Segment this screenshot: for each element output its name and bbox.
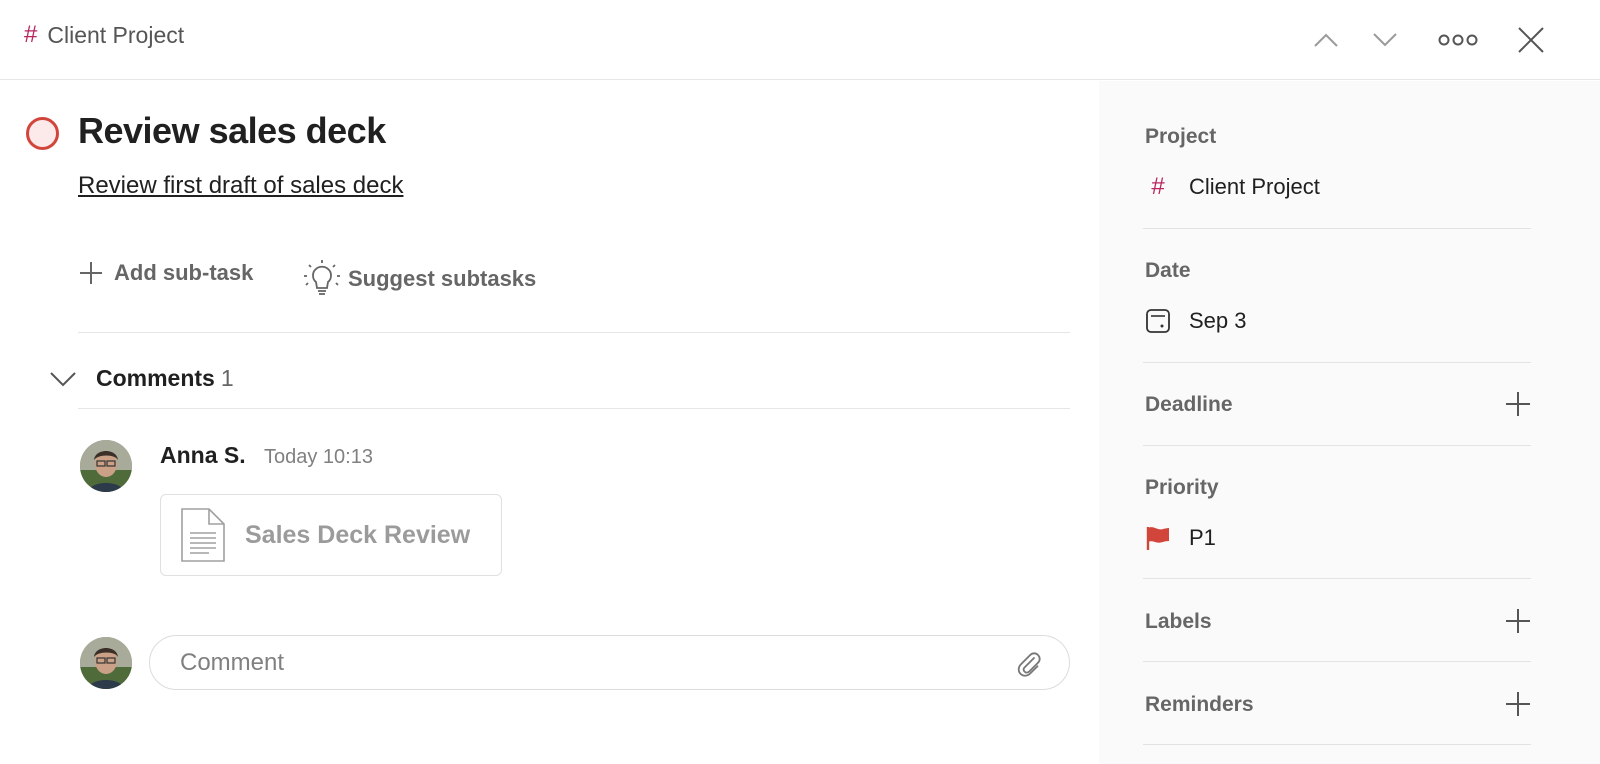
plus-icon[interactable] <box>1504 390 1532 418</box>
comment-composer <box>149 635 1070 690</box>
attachment-name: Sales Deck Review <box>245 521 471 549</box>
priority-selector[interactable]: P1 <box>1145 525 1216 551</box>
paperclip-icon[interactable] <box>1015 650 1043 678</box>
complete-task-checkbox[interactable] <box>26 117 59 150</box>
deadline-label: Deadline <box>1145 393 1233 416</box>
next-task-button[interactable] <box>1363 18 1407 62</box>
chevron-down-icon <box>1373 33 1397 47</box>
reminders-label: Reminders <box>1145 693 1254 716</box>
divider <box>1143 661 1531 662</box>
comments-count: 1 <box>220 365 234 391</box>
flag-icon <box>1146 527 1169 550</box>
comments-heading: Comments 1 <box>96 365 234 392</box>
chevron-up-icon <box>1314 33 1338 47</box>
suggest-subtasks-button[interactable]: Suggest subtasks <box>302 260 536 298</box>
user-photo-icon <box>80 440 132 492</box>
plus-icon[interactable] <box>1504 607 1532 635</box>
divider <box>78 408 1070 409</box>
divider <box>78 332 1070 333</box>
task-description[interactable]: Review first draft of sales deck <box>78 172 403 200</box>
project-value: Client Project <box>1189 174 1320 199</box>
priority-value: P1 <box>1189 525 1216 550</box>
calendar-icon <box>1146 309 1170 333</box>
plus-icon[interactable] <box>1504 690 1532 718</box>
add-subtask-button[interactable]: Add sub-task <box>78 260 253 286</box>
close-icon <box>1518 27 1544 53</box>
divider <box>1143 744 1531 745</box>
comment-input[interactable] <box>180 646 980 680</box>
more-actions-button[interactable] <box>1436 18 1480 62</box>
task-sidebar: Project # Client Project Date Sep 3 Dead… <box>1099 81 1600 764</box>
divider <box>1143 362 1531 363</box>
chevron-down-icon <box>50 372 76 387</box>
comments-title: Comments <box>96 365 215 391</box>
date-selector[interactable]: Sep 3 <box>1145 308 1247 334</box>
add-subtask-label: Add sub-task <box>114 260 254 285</box>
lightbulb-icon <box>304 260 340 295</box>
comment-timestamp: Today 10:13 <box>264 446 373 468</box>
divider <box>1143 228 1531 229</box>
task-title[interactable]: Review sales deck <box>78 110 386 152</box>
task-header: # Client Project <box>0 0 1600 80</box>
user-photo-icon <box>80 637 132 689</box>
comment-attachment[interactable]: Sales Deck Review <box>160 494 502 576</box>
date-label: Date <box>1145 259 1191 282</box>
hash-icon: # <box>24 21 38 48</box>
comments-collapse-toggle[interactable] <box>48 366 78 392</box>
comment-author: Anna S. <box>160 442 246 468</box>
project-label: Project <box>1145 125 1217 148</box>
close-button[interactable] <box>1509 18 1553 62</box>
project-selector[interactable]: # Client Project <box>1145 174 1320 200</box>
avatar <box>80 440 132 492</box>
previous-task-button[interactable] <box>1304 18 1348 62</box>
divider <box>1143 445 1531 446</box>
divider <box>1143 578 1531 579</box>
avatar <box>80 637 132 689</box>
breadcrumb[interactable]: # Client Project <box>24 21 185 49</box>
document-icon <box>181 508 225 562</box>
date-value: Sep 3 <box>1189 308 1247 333</box>
breadcrumb-project: Client Project <box>47 22 185 48</box>
plus-icon <box>80 262 102 284</box>
labels-label: Labels <box>1145 610 1212 633</box>
suggest-subtasks-label: Suggest subtasks <box>348 266 537 291</box>
hash-icon: # <box>1151 173 1165 200</box>
more-icon <box>1438 34 1478 46</box>
priority-label: Priority <box>1145 476 1219 499</box>
